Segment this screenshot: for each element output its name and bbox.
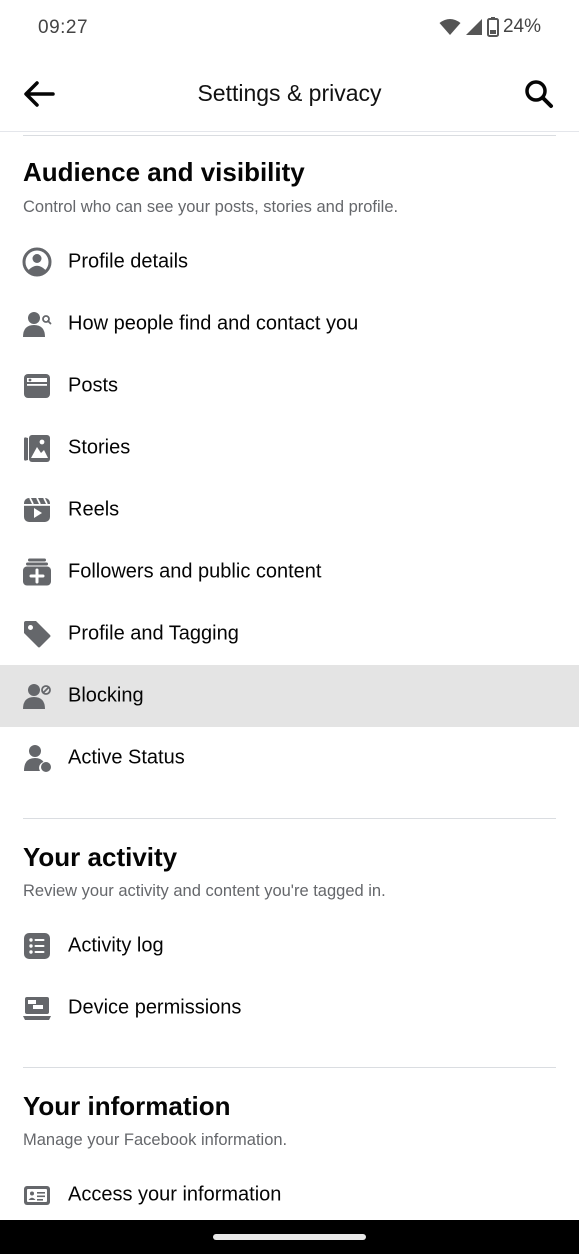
menu-label: Active Status [68,746,185,769]
section-subtitle-information: Manage your Facebook information. [23,1131,288,1149]
app-header: Settings & privacy [0,56,579,132]
menu-item-device-permissions[interactable]: Device permissions [0,977,579,1039]
profile-circle-icon [22,247,52,277]
search-icon [525,80,553,108]
menu-item-profile-details[interactable]: Profile details [0,231,579,293]
menu-label: Activity log [68,934,164,957]
section-subtitle-audience: Control who can see your posts, stories … [23,198,399,216]
tag-icon [22,619,52,649]
person-search-icon [22,309,52,339]
menu-item-posts[interactable]: Posts [0,355,579,417]
system-nav-bar [0,1220,579,1254]
followers-add-icon [22,557,52,587]
reels-icon [22,495,52,525]
post-card-icon [22,371,52,401]
menu-item-access-information[interactable]: Access your information [0,1164,579,1226]
menu-label: Stories [68,436,131,459]
menu-item-find-contact[interactable]: How people find and contact you [0,293,579,355]
section-title-information: Your information [23,1091,231,1121]
list-icon [22,931,52,961]
menu-label: How people find and contact you [68,312,359,335]
status-time: 09:27 [38,17,89,38]
menu-label: Followers and public content [68,560,322,583]
status-indicators: 24% [439,16,541,38]
home-handle[interactable] [213,1234,366,1240]
menu-item-blocking[interactable]: Blocking [0,665,579,727]
wifi-icon [439,18,461,36]
menu-item-reels[interactable]: Reels [0,479,579,541]
menu-item-profile-tagging[interactable]: Profile and Tagging [0,603,579,665]
page-title: Settings & privacy [197,80,382,106]
person-dot-icon [22,743,52,773]
menu-item-active-status[interactable]: Active Status [0,727,579,789]
battery-percent: 24% [502,16,541,37]
menu-label: Device permissions [68,996,242,1019]
search-button[interactable] [521,76,557,112]
menu-item-activity-log[interactable]: Activity log [0,915,579,977]
id-card-icon [22,1180,52,1210]
menu-label: Reels [68,498,120,521]
menu-item-stories[interactable]: Stories [0,417,579,479]
section-subtitle-activity: Review your activity and content you're … [23,882,386,900]
section-title-activity: Your activity [23,842,178,872]
menu-label: Blocking [68,684,144,707]
battery-icon [486,17,499,37]
menu-label: Posts [68,374,119,397]
divider [23,818,556,819]
stories-icon [22,433,52,463]
menu-item-followers[interactable]: Followers and public content [0,541,579,603]
section-title-audience: Audience and visibility [23,157,305,187]
device-icon [22,993,52,1023]
divider [23,1067,556,1068]
divider [23,135,556,136]
person-block-icon [22,681,52,711]
status-bar: 09:27 24% [0,0,579,56]
signal-icon [465,18,483,36]
menu-label: Profile details [68,250,189,273]
menu-label: Access your information [68,1183,282,1206]
menu-label: Profile and Tagging [68,622,239,645]
